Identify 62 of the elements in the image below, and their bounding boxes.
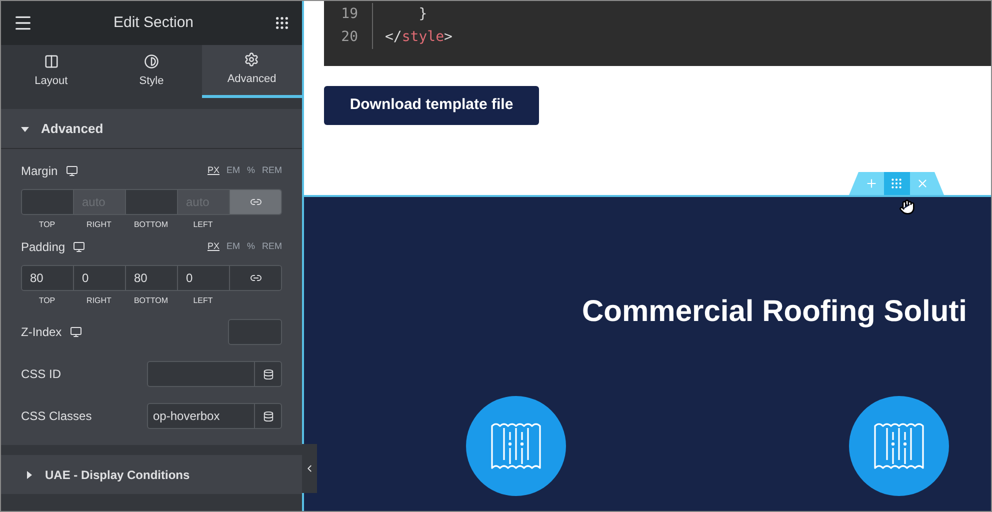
unit-option[interactable]: % — [246, 240, 255, 254]
grid-icon[interactable] — [274, 15, 290, 31]
dimension-field[interactable]: 0 — [178, 266, 230, 290]
field-caption: TOP — [38, 295, 56, 307]
unit-option[interactable]: PX — [207, 240, 220, 254]
tab-icon — [44, 54, 59, 69]
field-caption: BOTTOM — [134, 219, 168, 231]
code-line: } — [418, 5, 428, 24]
dimension-field[interactable]: 80 — [22, 266, 74, 290]
desktop-icon[interactable] — [66, 165, 78, 177]
unit-option[interactable]: REM — [262, 240, 282, 254]
tab-icon — [244, 52, 260, 68]
section-header[interactable]: UAE - Display Conditions — [1, 455, 302, 494]
link-values-button[interactable] — [230, 190, 281, 214]
field-caption: LEFT — [193, 295, 213, 307]
close-icon[interactable] — [916, 177, 928, 190]
text-field[interactable] — [147, 361, 282, 387]
field-caption: LEFT — [193, 219, 213, 231]
unit-option[interactable]: REM — [262, 164, 282, 178]
roofing-sheet-icon — [873, 420, 925, 472]
roofing-sheet-icon — [490, 420, 542, 472]
tab-icon — [144, 54, 159, 69]
dimension-field[interactable]: 80 — [126, 266, 178, 290]
field-caption: RIGHT — [86, 295, 112, 307]
desktop-icon[interactable] — [73, 241, 86, 253]
z-index-field[interactable] — [228, 319, 282, 345]
dynamic-tags-icon[interactable] — [262, 410, 274, 422]
panel-tab[interactable]: Advanced — [202, 45, 302, 98]
add-icon[interactable] — [864, 177, 878, 190]
unit-option[interactable]: % — [246, 164, 255, 178]
unit-option[interactable]: EM — [226, 164, 240, 178]
line-number: 19 — [340, 5, 359, 24]
download-button[interactable]: Download template file — [324, 86, 539, 125]
control-label: CSS Classes — [21, 408, 92, 425]
control-label: Margin — [21, 163, 58, 180]
hero-heading: Commercial Roofing Soluti — [582, 295, 968, 328]
line-number: 20 — [340, 28, 359, 47]
dimension-field[interactable] — [126, 190, 178, 214]
text-field[interactable]: op-hoverbox — [147, 403, 282, 429]
dimension-field[interactable]: 0 — [74, 266, 126, 290]
link-values-button[interactable] — [230, 266, 281, 290]
field-caption: BOTTOM — [134, 295, 168, 307]
section-header[interactable]: Advanced — [1, 109, 302, 149]
control-label: Z-Index — [21, 324, 62, 341]
control-label: CSS ID — [21, 366, 62, 383]
drag-handle-icon[interactable] — [890, 177, 903, 190]
link-icon — [250, 272, 262, 284]
panel-title: Edit Section — [113, 12, 194, 33]
unit-option[interactable]: EM — [226, 240, 240, 254]
panel-tab[interactable]: Layout — [1, 45, 102, 98]
field-caption: TOP — [38, 219, 56, 231]
desktop-icon[interactable] — [70, 326, 82, 338]
dimension-field[interactable] — [22, 190, 74, 214]
dynamic-tags-icon[interactable] — [262, 368, 274, 380]
control-label: Padding — [21, 239, 66, 256]
pointer-cursor-icon — [899, 199, 915, 215]
panel-tab[interactable]: Style — [101, 45, 202, 98]
field-value: op-hoverbox — [153, 408, 220, 425]
link-icon — [250, 196, 262, 208]
unit-option[interactable]: PX — [207, 164, 220, 178]
code-line: </style> — [385, 28, 452, 47]
field-caption: RIGHT — [86, 219, 112, 231]
